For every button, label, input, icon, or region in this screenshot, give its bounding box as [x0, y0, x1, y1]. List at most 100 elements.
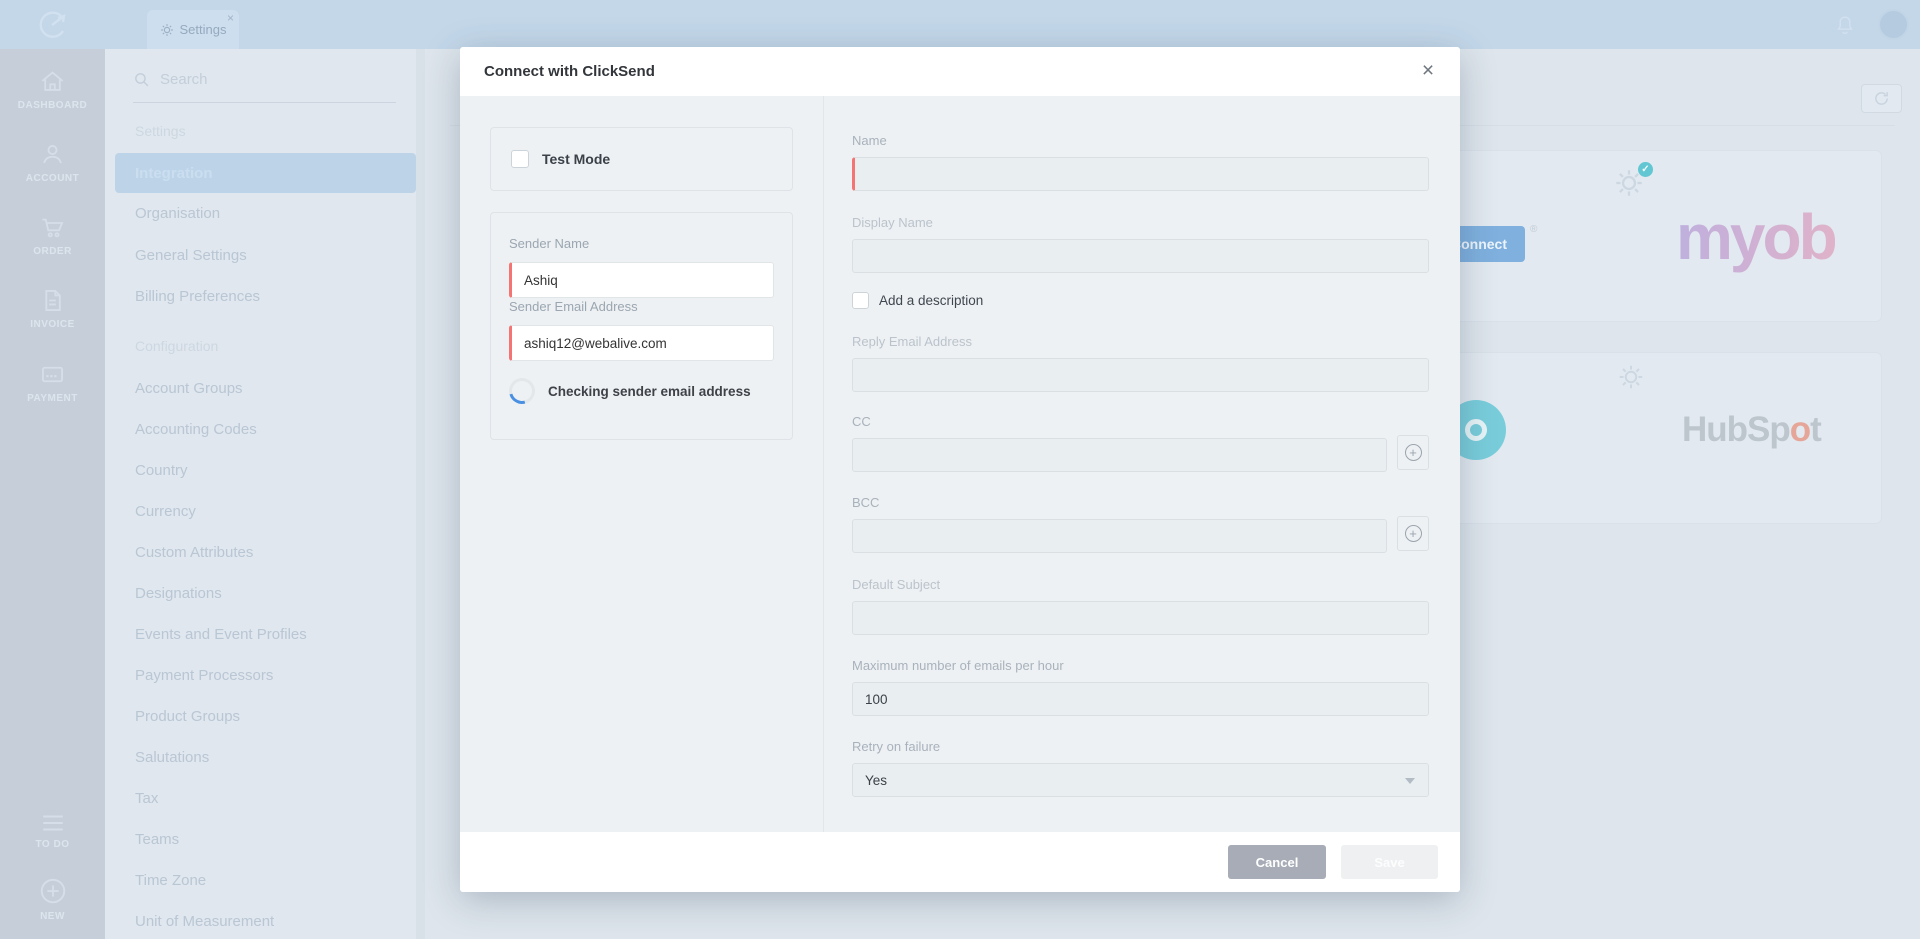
save-button[interactable]: Save [1341, 845, 1438, 879]
document-icon [39, 287, 66, 314]
sidebar-search[interactable] [133, 71, 370, 88]
sender-card: Sender Name Sender Email Address Checkin… [490, 212, 793, 440]
hubspot-logo: HubSpot [1682, 410, 1821, 450]
sender-name-label: Sender Name [509, 236, 589, 251]
sidebar-item-tax[interactable]: Tax [135, 790, 158, 807]
sidebar-item-billing-preferences[interactable]: Billing Preferences [135, 288, 260, 305]
max-emails-field: Maximum number of emails per hour [852, 658, 1429, 716]
refresh-button[interactable] [1861, 84, 1902, 113]
checking-status-text: Checking sender email address [548, 384, 751, 399]
sidebar-scrollbar[interactable] [416, 49, 425, 939]
sidebar-item-integration[interactable]: Integration [115, 153, 416, 193]
sidebar-item-organisation[interactable]: Organisation [135, 205, 220, 222]
sidebar-item-designations[interactable]: Designations [135, 585, 222, 602]
sidebar-item-teams[interactable]: Teams [135, 831, 179, 848]
bcc-add-button[interactable]: + [1397, 516, 1429, 551]
search-input[interactable] [160, 71, 370, 88]
sidebar-item-salutations[interactable]: Salutations [135, 749, 209, 766]
modal-body: Test Mode Sender Name Sender Email Addre… [460, 96, 1460, 832]
name-input[interactable] [852, 157, 1429, 191]
credit-card-icon [39, 361, 66, 388]
loading-spinner-icon [504, 373, 540, 409]
modal-header: Connect with ClickSend × [460, 47, 1460, 96]
plus-icon: + [1405, 444, 1422, 461]
max-emails-label: Maximum number of emails per hour [852, 658, 1429, 673]
hubspot-logo-text: t [1810, 410, 1821, 449]
sidebar-item-time-zone[interactable]: Time Zone [135, 872, 206, 889]
myob-logo: myob [1676, 200, 1835, 274]
connect-clicksend-modal: Connect with ClickSend × Test Mode Sende… [460, 47, 1460, 892]
chevron-down-icon [1405, 778, 1415, 784]
rail-item-label: ACCOUNT [0, 173, 105, 184]
person-icon [39, 141, 66, 168]
display-name-label: Display Name [852, 215, 1429, 230]
brand-logo-icon [36, 8, 70, 42]
list-icon [40, 812, 66, 834]
user-avatar[interactable] [1878, 9, 1909, 40]
cc-add-button[interactable]: + [1397, 435, 1429, 470]
tab-settings[interactable]: Settings × [147, 10, 239, 49]
sender-name-input[interactable] [509, 262, 774, 298]
rail-item-todo[interactable]: TO DO [0, 812, 105, 850]
rail-item-label: PAYMENT [0, 393, 105, 404]
home-icon [39, 68, 66, 95]
name-label: Name [852, 133, 1429, 148]
hubspot-logo-text: HubSp [1682, 410, 1790, 449]
test-mode-checkbox[interactable] [511, 150, 529, 168]
tab-close-icon[interactable]: × [227, 12, 234, 24]
bcc-input[interactable] [852, 519, 1387, 553]
add-description-checkbox[interactable] [852, 292, 869, 309]
sidebar-item-custom-attributes[interactable]: Custom Attributes [135, 544, 253, 561]
search-underline [133, 102, 396, 103]
rail-item-order[interactable]: ORDER [0, 214, 105, 257]
registered-trademark: ® [1530, 224, 1537, 235]
sidebar-item-general-settings[interactable]: General Settings [135, 247, 247, 264]
sidebar-item-currency[interactable]: Currency [135, 503, 196, 520]
rail-item-dashboard[interactable]: DASHBOARD [0, 68, 105, 111]
gear-icon [160, 23, 174, 37]
display-name-field: Display Name [852, 215, 1429, 273]
hubspot-sprocket: o [1790, 410, 1810, 449]
default-subject-field: Default Subject [852, 577, 1429, 635]
display-name-input[interactable] [852, 239, 1429, 273]
modal-title: Connect with ClickSend [484, 47, 655, 96]
bell-icon [1834, 13, 1856, 37]
rail-item-label: ORDER [0, 246, 105, 257]
connected-check-badge: ✓ [1638, 162, 1653, 177]
name-field: Name [852, 133, 1429, 191]
default-subject-input[interactable] [852, 601, 1429, 635]
sidebar-item-product-groups[interactable]: Product Groups [135, 708, 240, 725]
sender-email-input[interactable] [509, 325, 774, 361]
cart-icon [39, 214, 66, 241]
rail-item-label: DASHBOARD [0, 100, 105, 111]
cc-field: CC + [852, 414, 1429, 472]
notifications-bell[interactable] [1834, 13, 1856, 42]
sidebar-item-country[interactable]: Country [135, 462, 188, 479]
tab-label: Settings [180, 22, 227, 37]
bcc-label: BCC [852, 495, 1429, 510]
refresh-icon [1873, 90, 1890, 107]
sidebar-item-payment-processors[interactable]: Payment Processors [135, 667, 273, 684]
screen: { "colors": { "topbar_blue": "#c3d7e9", … [0, 0, 1920, 939]
sidebar-item-accounting-codes[interactable]: Accounting Codes [135, 421, 257, 438]
retry-field: Retry on failure Yes [852, 739, 1429, 797]
rail-item-label: TO DO [0, 839, 105, 850]
reply-email-input[interactable] [852, 358, 1429, 392]
integration-gear-icon [1616, 362, 1646, 397]
sidebar-item-events-profiles[interactable]: Events and Event Profiles [135, 626, 307, 643]
sidebar-item-unit-of-measurement[interactable]: Unit of Measurement [135, 913, 274, 930]
cancel-button[interactable]: Cancel [1228, 845, 1326, 879]
rail-item-payment[interactable]: PAYMENT [0, 361, 105, 404]
cc-label: CC [852, 414, 1429, 429]
rail-item-new[interactable]: NEW [0, 876, 105, 922]
rail-item-invoice[interactable]: INVOICE [0, 287, 105, 330]
rail-item-account[interactable]: ACCOUNT [0, 141, 105, 184]
modal-close-icon[interactable]: × [1416, 59, 1440, 83]
max-emails-input[interactable] [852, 682, 1429, 716]
app-logo[interactable] [0, 0, 105, 49]
cc-input[interactable] [852, 438, 1387, 472]
sidebar-item-account-groups[interactable]: Account Groups [135, 380, 243, 397]
search-icon [133, 71, 150, 88]
retry-select[interactable]: Yes [852, 763, 1429, 797]
reply-email-field: Reply Email Address [852, 334, 1429, 392]
